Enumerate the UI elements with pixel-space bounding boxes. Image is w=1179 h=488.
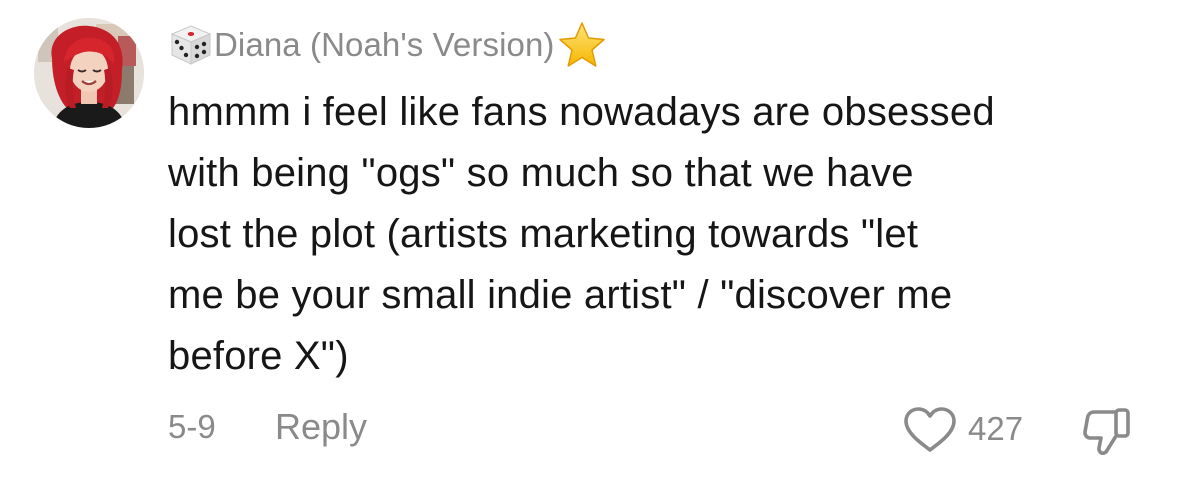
- comment-text-line: before X"): [168, 334, 349, 378]
- comment-footer: 5-9 Reply 427: [0, 398, 1179, 462]
- reply-button[interactable]: Reply: [275, 406, 367, 448]
- avatar-image: [34, 18, 144, 128]
- username[interactable]: Diana (Noah's Version): [214, 26, 555, 64]
- comment-text: hmmm i feel like fans nowadays are obses…: [168, 82, 1158, 387]
- comment-date: 5-9: [168, 408, 216, 445]
- comment-header: Diana (Noah's Version): [168, 19, 607, 71]
- avatar[interactable]: [34, 18, 144, 128]
- thumbs-down-icon[interactable]: [1080, 404, 1134, 458]
- comment-text-line: me be your small indie artist" / "discov…: [168, 273, 953, 317]
- comment-text-line: with being "ogs" so much so that we have: [168, 151, 914, 195]
- heart-outline-icon[interactable]: [902, 406, 958, 454]
- star-icon: [557, 21, 607, 69]
- comment-text-line: lost the plot (artists marketing towards…: [168, 212, 919, 256]
- comment-text-line: hmmm i feel like fans nowadays are obses…: [168, 90, 995, 134]
- comment-item: Diana (Noah's Version) hmmm i feel like …: [0, 0, 1179, 488]
- like-count: 427: [968, 410, 1024, 447]
- game-die-icon: [168, 23, 214, 67]
